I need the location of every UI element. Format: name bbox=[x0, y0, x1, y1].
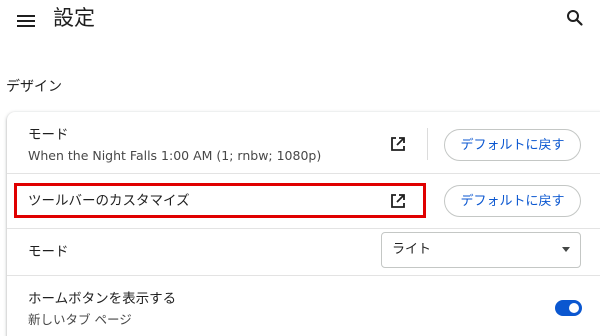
theme-row: モード When the Night Falls 1:00 AM (1; rnb… bbox=[7, 112, 600, 174]
theme-reset-button[interactable]: デフォルトに戻す bbox=[444, 129, 581, 161]
toolbar-customize-label: ツールバーのカスタマイズ bbox=[28, 193, 190, 209]
section-title-appearance: デザイン bbox=[6, 79, 62, 95]
theme-row-label: モード bbox=[28, 127, 69, 143]
toolbar-reset-button[interactable]: デフォルトに戻す bbox=[444, 185, 581, 217]
home-button-label: ホームボタンを表示する bbox=[28, 291, 177, 307]
page-title: 設定 bbox=[53, 6, 95, 30]
main-menu-button[interactable] bbox=[14, 9, 38, 33]
appearance-card: モード When the Night Falls 1:00 AM (1; rnb… bbox=[7, 112, 600, 336]
mode-dropdown-value: ライト bbox=[392, 242, 432, 257]
toolbar-customize-row[interactable]: ツールバーのカスタマイズ デフォルトに戻す bbox=[7, 174, 600, 229]
toggle-knob bbox=[569, 303, 579, 313]
mode-dropdown[interactable]: ライト bbox=[381, 232, 581, 268]
top-bar: 設定 bbox=[0, 0, 600, 40]
search-button[interactable] bbox=[564, 7, 586, 29]
open-in-new-icon bbox=[391, 194, 405, 208]
settings-page: 設定 デザイン モード When the Night Falls 1:00 AM… bbox=[0, 0, 600, 336]
theme-row-separator bbox=[427, 128, 428, 160]
theme-row-sublabel: When the Night Falls 1:00 AM (1; rnbw; 1… bbox=[28, 148, 322, 163]
mode-select-label: モード bbox=[28, 244, 69, 260]
theme-open-link[interactable] bbox=[389, 135, 407, 153]
search-icon bbox=[567, 10, 583, 26]
home-button-sublabel: 新しいタブ ページ bbox=[28, 312, 132, 327]
toolbar-customize-open-link[interactable] bbox=[389, 192, 407, 210]
hamburger-menu-icon bbox=[17, 15, 35, 27]
chevron-down-icon bbox=[562, 247, 570, 252]
open-in-new-icon bbox=[391, 137, 405, 151]
home-button-toggle[interactable] bbox=[555, 300, 582, 316]
home-button-row: ホームボタンを表示する 新しいタブ ページ bbox=[7, 276, 600, 336]
